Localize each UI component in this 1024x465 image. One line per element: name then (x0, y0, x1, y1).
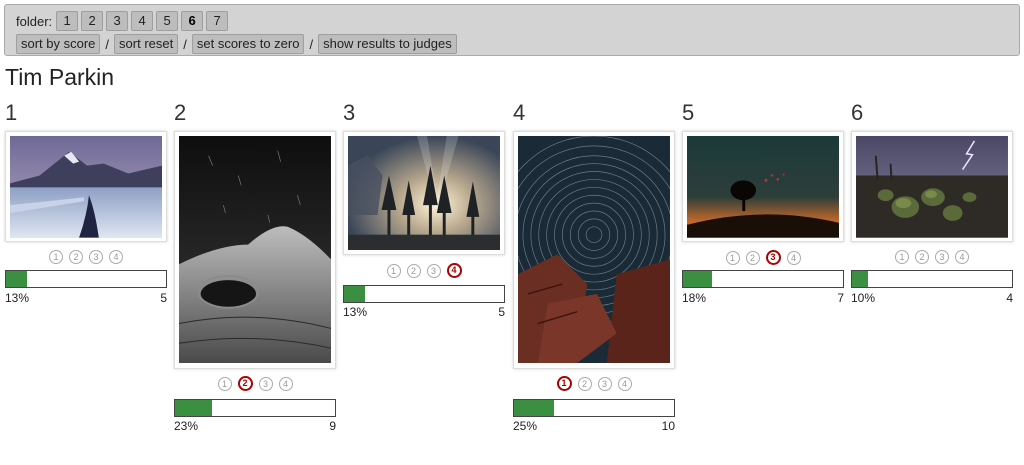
entry-thumbnail[interactable] (851, 131, 1013, 242)
entry-number: 4 (513, 100, 526, 125)
entry-card-1: 1 1234 13% 5 (5, 100, 167, 310)
score-1-button[interactable]: 1 (725, 250, 740, 265)
score-2-button[interactable]: 2 (406, 263, 421, 278)
score-1-button[interactable]: 1 (386, 263, 401, 278)
progress-fill (514, 400, 554, 416)
vote-count: 4 (1006, 291, 1013, 305)
entry-thumbnail[interactable] (513, 131, 675, 369)
score-progress-bar (851, 270, 1013, 288)
score-1-button[interactable]: 1 (217, 376, 232, 391)
progress-fill (852, 271, 868, 287)
folder-button-2[interactable]: 2 (81, 11, 104, 31)
progress-fill (6, 271, 27, 287)
score-2-button[interactable]: 2 (237, 376, 253, 391)
photo-forest-sunbeams (348, 136, 500, 251)
vote-count: 5 (498, 305, 505, 319)
separator: / (105, 36, 110, 52)
vote-count: 9 (329, 419, 336, 433)
folder-button-5[interactable]: 5 (156, 11, 179, 31)
score-3-button[interactable]: 3 (258, 376, 273, 391)
score-2-button[interactable]: 2 (915, 250, 929, 264)
score-1-button[interactable]: 1 (49, 250, 63, 264)
score-selector: 1234 (851, 250, 1013, 264)
entry-card-6: 6 1234 10% 4 (851, 100, 1013, 310)
vote-count: 10 (661, 419, 675, 433)
progress-fill (175, 400, 212, 416)
entry-number: 1 (5, 100, 18, 125)
entry-thumbnail[interactable] (5, 131, 167, 242)
folder-button-1[interactable]: 1 (56, 11, 79, 31)
photo-snowy-river (10, 136, 162, 238)
show-results-to-judges-button[interactable]: show results to judges (318, 34, 457, 54)
entry-card-2: 2 1234 23% 9 (174, 100, 336, 440)
score-progress-bar (5, 270, 167, 288)
entry-thumbnail[interactable] (174, 131, 336, 369)
toolbar: folder: 1 2 3 4 5 6 7 sort by score / so… (4, 4, 1020, 56)
score-2-button[interactable]: 2 (745, 250, 760, 265)
sort-reset-button[interactable]: sort reset (114, 34, 179, 54)
score-3-button[interactable]: 3 (426, 263, 441, 278)
separator: / (309, 36, 314, 52)
score-progress-bar (682, 270, 844, 288)
score-progress-bar (513, 399, 675, 417)
score-percent: 23% (174, 419, 199, 433)
progress-fill (683, 271, 712, 287)
sort-by-score-button[interactable]: sort by score (16, 34, 101, 54)
score-selector: 1234 (174, 376, 336, 391)
score-percent: 13% (343, 305, 368, 319)
entry-number: 5 (682, 100, 695, 125)
score-progress-bar (343, 285, 505, 303)
score-4-button[interactable]: 4 (446, 263, 462, 278)
entry-thumbnail[interactable] (682, 131, 844, 242)
score-percent: 10% (851, 291, 876, 305)
entry-number: 6 (851, 100, 864, 125)
score-4-button[interactable]: 4 (786, 250, 801, 265)
progress-fill (344, 286, 365, 302)
separator: / (183, 36, 187, 52)
score-selector: 1234 (343, 263, 505, 278)
folder-label: folder: (16, 13, 53, 29)
score-selector: 1234 (682, 250, 844, 265)
score-3-button[interactable]: 3 (765, 250, 781, 265)
vote-count: 7 (837, 291, 844, 305)
entry-number: 3 (343, 100, 356, 125)
set-scores-to-zero-button[interactable]: set scores to zero (191, 34, 305, 54)
folder-button-7[interactable]: 7 (206, 11, 229, 31)
score-4-button[interactable]: 4 (955, 250, 969, 264)
score-4-button[interactable]: 4 (278, 376, 293, 391)
photo-lone-tree-night (687, 136, 839, 238)
photo-rock-star-trails (179, 136, 331, 363)
score-progress-bar (174, 399, 336, 417)
score-4-button[interactable]: 4 (617, 376, 632, 391)
score-3-button[interactable]: 3 (935, 250, 949, 264)
entry-number: 2 (174, 100, 187, 125)
score-2-button[interactable]: 2 (69, 250, 83, 264)
entry-card-4: 4 1234 25% 10 (513, 100, 675, 440)
score-percent: 25% (513, 419, 538, 433)
photo-star-trails-red-rocks (518, 136, 670, 363)
folder-button-3[interactable]: 3 (106, 11, 129, 31)
score-4-button[interactable]: 4 (109, 250, 123, 264)
actions-row: sort by score / sort reset / set scores … (16, 34, 457, 54)
score-selector: 1234 (513, 376, 675, 391)
entry-thumbnail[interactable] (343, 131, 505, 255)
score-3-button[interactable]: 3 (597, 376, 612, 391)
photographer-name: Tim Parkin (5, 64, 115, 90)
vote-count: 5 (160, 291, 167, 305)
score-1-button[interactable]: 1 (895, 250, 909, 264)
score-percent: 18% (682, 291, 707, 305)
photo-cactus-lightning (856, 136, 1008, 238)
folder-button-4[interactable]: 4 (131, 11, 154, 31)
folder-button-6[interactable]: 6 (181, 11, 204, 31)
folder-row: folder: 1 2 3 4 5 6 7 (16, 11, 231, 31)
entry-card-3: 3 1234 13% 5 (343, 100, 505, 330)
score-3-button[interactable]: 3 (89, 250, 103, 264)
score-selector: 1234 (5, 250, 167, 264)
score-2-button[interactable]: 2 (577, 376, 592, 391)
score-percent: 13% (5, 291, 30, 305)
entry-card-5: 5 1234 18% 7 (682, 100, 844, 310)
score-1-button[interactable]: 1 (556, 376, 572, 391)
